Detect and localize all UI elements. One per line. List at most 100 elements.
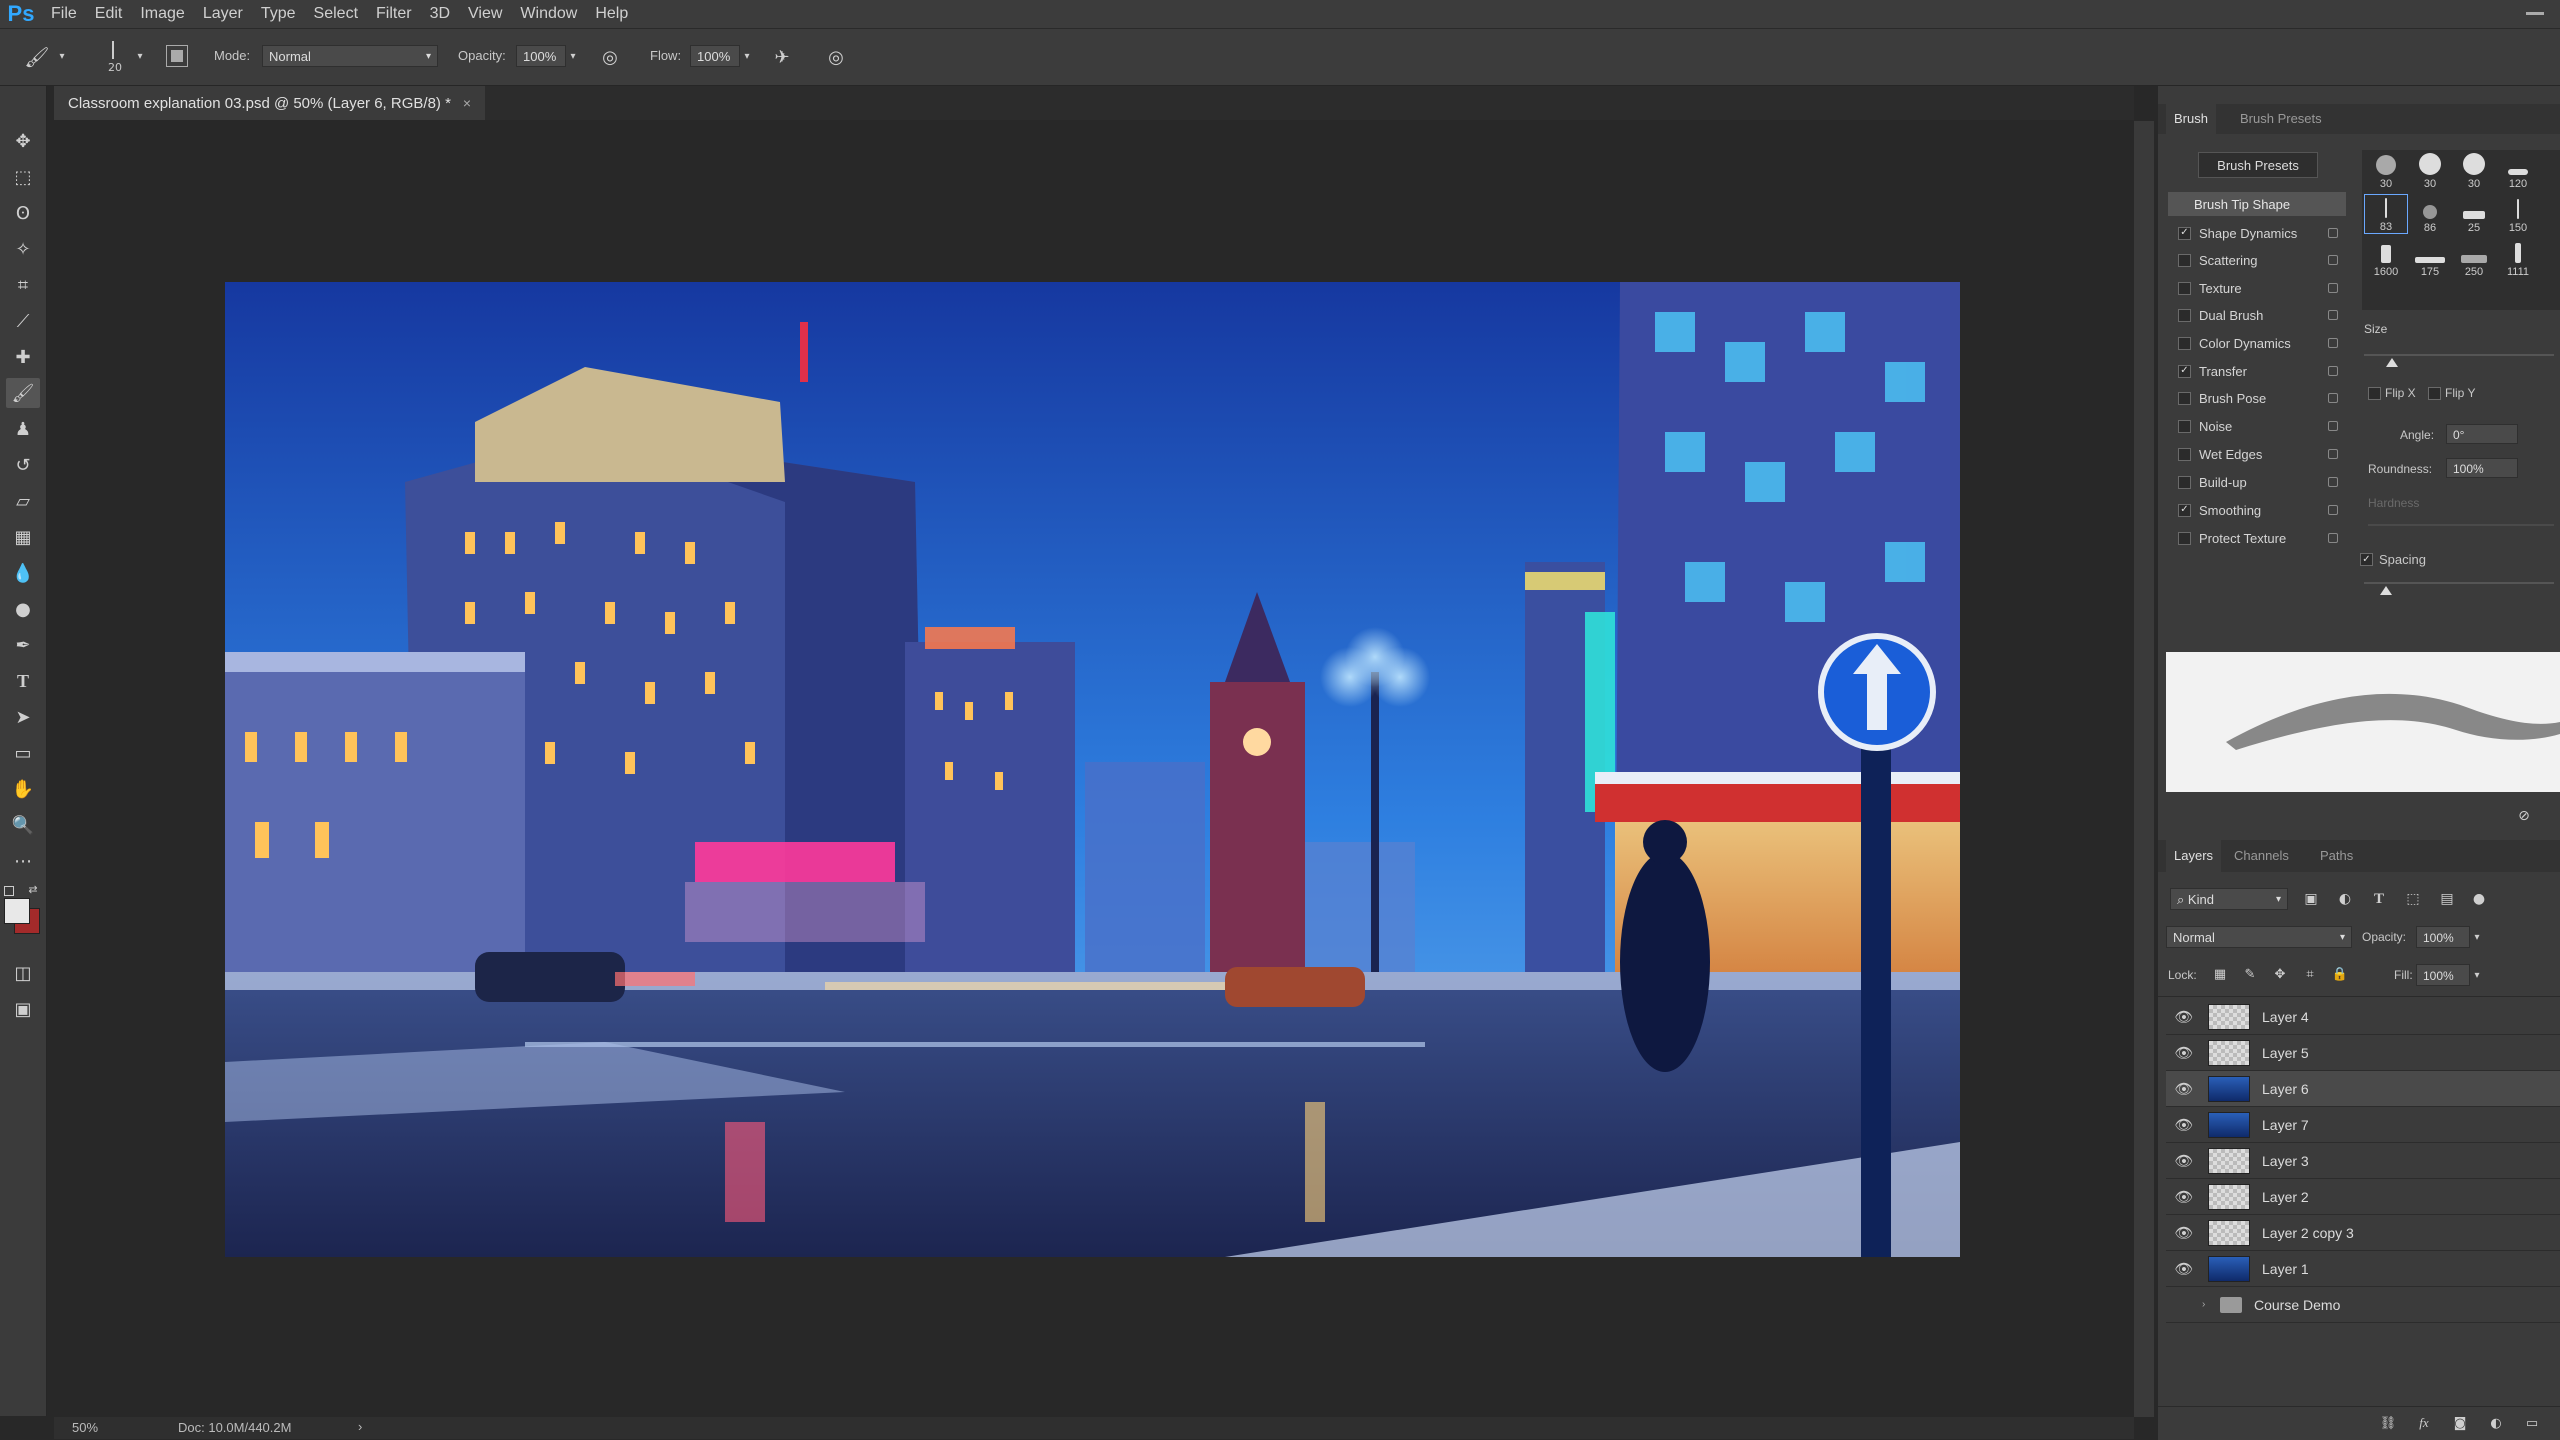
brush-panel-toggle-icon[interactable] (166, 45, 188, 67)
tab-paths[interactable]: Paths (2312, 840, 2361, 872)
checkbox[interactable]: ✓ (2178, 364, 2191, 378)
zoom-tool-icon[interactable]: 🔍 (6, 810, 40, 840)
default-colors-icon[interactable] (4, 886, 14, 896)
spacing-slider[interactable] (2364, 582, 2554, 584)
airbrush-icon[interactable]: ✈ (768, 43, 796, 71)
layer-filter-kind-select[interactable]: ⌕ Kind ▾ (2170, 888, 2288, 910)
visibility-eye-icon[interactable]: 👁 (2166, 1116, 2202, 1134)
layer-row[interactable]: 👁 Layer 1 (2166, 1251, 2560, 1287)
tab-brush[interactable]: Brush (2166, 104, 2216, 134)
link-layers-icon[interactable]: ⛓ (2376, 1412, 2400, 1434)
pressure-opacity-icon[interactable]: ◎ (596, 43, 624, 71)
menu-edit[interactable]: Edit (86, 0, 132, 28)
visibility-eye-icon[interactable]: 👁 (2166, 1044, 2202, 1062)
fx-icon[interactable]: fx (2412, 1412, 2436, 1434)
create-new-brush-icon[interactable]: ⊘ (2510, 806, 2538, 826)
eraser-tool-icon[interactable]: ▱ (6, 486, 40, 516)
option-noise[interactable]: Noise (2170, 413, 2346, 439)
checkbox[interactable] (2178, 419, 2191, 433)
brush-tip-swatch[interactable]: 1600 (2364, 238, 2408, 278)
option-texture[interactable]: Texture (2170, 275, 2346, 301)
visibility-eye-icon[interactable]: 👁 (2166, 1188, 2202, 1206)
opacity-field[interactable]: 100% (516, 45, 566, 67)
layer-group-row[interactable]: › Course Demo (2166, 1287, 2560, 1323)
path-selection-tool-icon[interactable]: ➤ (6, 702, 40, 732)
lock-artboard-icon[interactable]: ⌗ (2300, 964, 2320, 984)
brush-tip-swatch[interactable]: 1111 (2496, 238, 2540, 278)
spacing-slider-handle[interactable] (2380, 586, 2392, 595)
checkbox[interactable] (2368, 386, 2381, 400)
quick-mask-icon[interactable]: ◫ (6, 958, 40, 988)
mode-select[interactable]: Normal ▾ (262, 45, 438, 67)
foreground-color-swatch[interactable] (4, 898, 30, 924)
add-mask-icon[interactable]: ◙ (2448, 1412, 2472, 1434)
filter-smart-object-icon[interactable]: ▤ (2436, 888, 2458, 910)
chevron-down-icon[interactable]: ▾ (566, 49, 580, 63)
brush-tip-swatch[interactable]: 86 (2408, 194, 2452, 234)
menu-layer[interactable]: Layer (194, 0, 252, 28)
brush-tip-swatch[interactable]: 30 (2452, 150, 2496, 190)
brush-tip-swatch[interactable]: 120 (2496, 150, 2540, 190)
layer-row[interactable]: 👁 Layer 7 (2166, 1107, 2560, 1143)
filter-toggle-icon[interactable]: ● (2468, 888, 2490, 910)
visibility-eye-icon[interactable]: 👁 (2166, 1152, 2202, 1170)
layer-row[interactable]: 👁 Layer 2 (2166, 1179, 2560, 1215)
brush-tip-swatch[interactable]: 30 (2364, 150, 2408, 190)
new-group-folder-icon[interactable]: ▭ (2520, 1412, 2544, 1434)
visibility-eye-icon[interactable]: 👁 (2166, 1008, 2202, 1026)
brush-tip-swatch-selected[interactable]: 83 (2364, 194, 2408, 234)
chevron-down-icon[interactable]: ▾ (56, 49, 68, 63)
checkbox[interactable]: ✓ (2360, 553, 2373, 566)
close-tab-icon[interactable]: × (463, 95, 471, 111)
brush-presets-button[interactable]: Brush Presets (2198, 152, 2318, 178)
angle-field[interactable]: 0° (2446, 424, 2518, 444)
layer-row[interactable]: 👁 Layer 3 (2166, 1143, 2560, 1179)
lock-transparent-pixels-icon[interactable]: ▦ (2210, 964, 2230, 984)
screen-mode-icon[interactable]: ▣ (6, 994, 40, 1024)
document-canvas[interactable] (225, 282, 1960, 1257)
lock-image-pixels-icon[interactable]: ✎ (2240, 964, 2260, 984)
checkbox[interactable]: ✓ (2178, 226, 2191, 240)
rectangle-tool-icon[interactable]: ▭ (6, 738, 40, 768)
brush-tip-swatch[interactable]: 150 (2496, 194, 2540, 234)
menu-filter[interactable]: Filter (367, 0, 421, 28)
option-protect-texture[interactable]: Protect Texture (2170, 525, 2346, 551)
dodge-tool-icon[interactable]: ● (6, 594, 40, 624)
brush-tip-shape-item[interactable]: Brush Tip Shape (2168, 192, 2346, 216)
eyedropper-tool-icon[interactable]: ⟋ (6, 306, 40, 336)
checkbox[interactable] (2178, 531, 2191, 545)
vertical-scrollbar[interactable] (2134, 121, 2154, 1417)
size-slider-handle[interactable] (2386, 358, 2398, 367)
checkbox[interactable] (2178, 336, 2191, 350)
swap-colors-icon[interactable]: ⇄ (26, 882, 40, 896)
lock-all-icon[interactable]: 🔒 (2330, 964, 2350, 984)
adjustment-layer-icon[interactable]: ◐ (2484, 1412, 2508, 1434)
chevron-down-icon[interactable]: ▾ (134, 49, 146, 63)
menu-type[interactable]: Type (252, 0, 305, 28)
pressure-size-icon[interactable]: ◎ (822, 43, 850, 71)
gradient-tool-icon[interactable]: ▦ (6, 522, 40, 552)
checkbox[interactable] (2178, 253, 2191, 267)
layer-row[interactable]: 👁 Layer 4 (2166, 999, 2560, 1035)
chevron-right-icon[interactable]: › (2202, 1299, 2216, 1310)
move-tool-icon[interactable]: ✥ (6, 126, 40, 156)
document-tab[interactable]: Classroom explanation 03.psd @ 50% (Laye… (54, 86, 486, 120)
menu-3d[interactable]: 3D (421, 0, 459, 28)
size-slider[interactable] (2364, 354, 2554, 356)
hand-tool-icon[interactable]: ✋ (6, 774, 40, 804)
menu-view[interactable]: View (459, 0, 511, 28)
brush-tip-swatch[interactable]: 250 (2452, 238, 2496, 278)
option-brush-pose[interactable]: Brush Pose (2170, 385, 2346, 411)
layer-row[interactable]: 👁 Layer 5 (2166, 1035, 2560, 1071)
clone-stamp-tool-icon[interactable]: ♟ (6, 414, 40, 444)
status-menu-arrow[interactable]: › (358, 1419, 362, 1434)
chevron-down-icon[interactable]: ▾ (740, 49, 754, 63)
menu-select[interactable]: Select (305, 0, 367, 28)
checkbox[interactable] (2428, 386, 2441, 400)
lock-position-icon[interactable]: ✥ (2270, 964, 2290, 984)
checkbox[interactable] (2178, 308, 2191, 322)
tab-channels[interactable]: Channels (2226, 840, 2297, 872)
history-brush-tool-icon[interactable]: ↺ (6, 450, 40, 480)
pen-tool-icon[interactable]: ✒ (6, 630, 40, 660)
filter-pixel-icon[interactable]: ▣ (2300, 888, 2322, 910)
